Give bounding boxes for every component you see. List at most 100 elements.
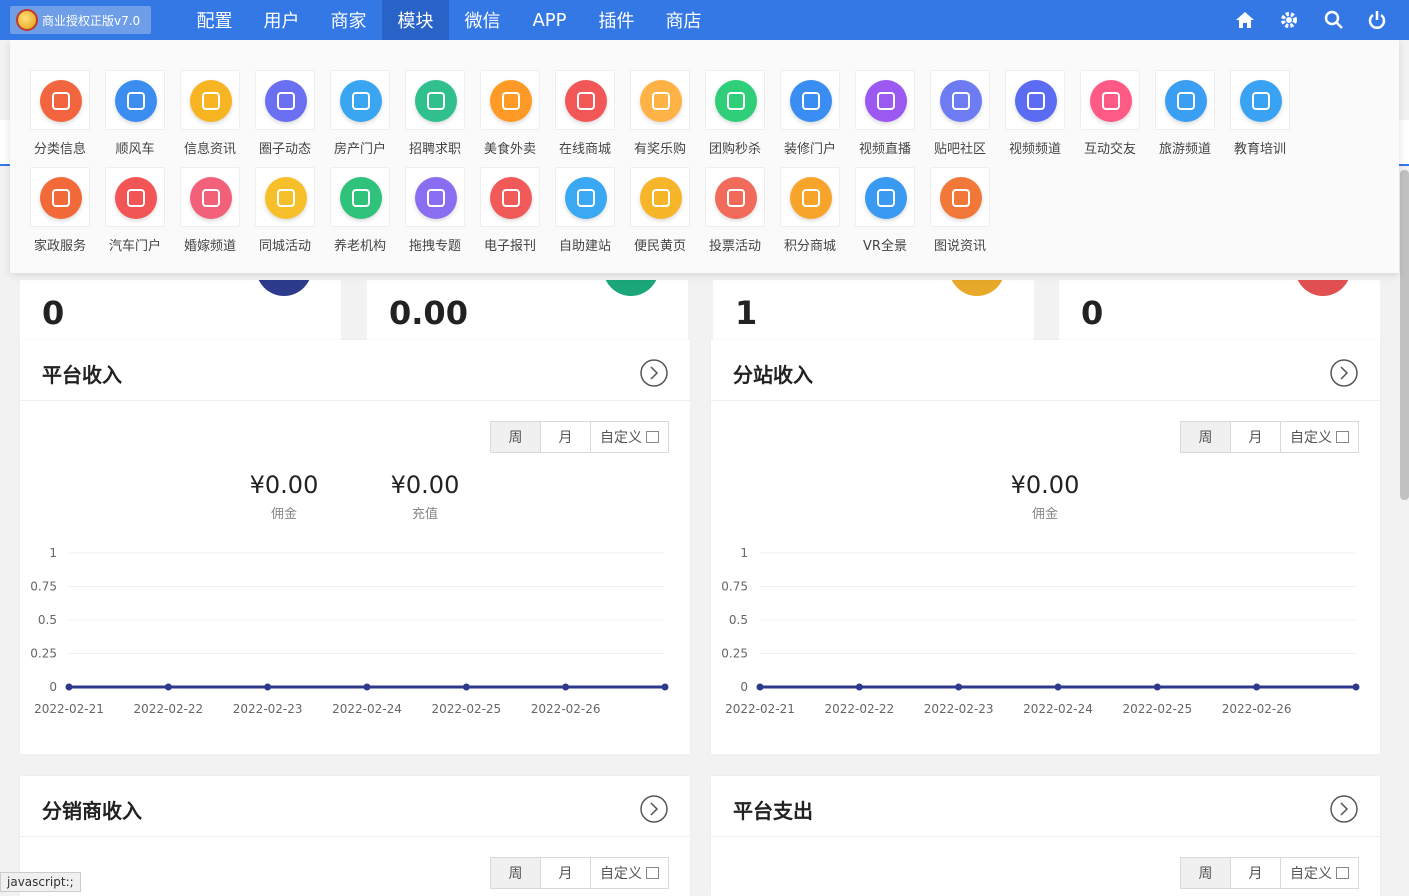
arrow-right-circle-icon[interactable]	[1330, 359, 1358, 387]
nav-app[interactable]: APP	[516, 0, 583, 40]
x-tick-label: 2022-02-25	[1122, 702, 1192, 716]
amount-label: 佣金	[224, 503, 344, 522]
data-point[interactable]	[165, 684, 172, 691]
week-tab[interactable]: 周	[1181, 858, 1231, 888]
y-tick-label: 0.25	[721, 647, 748, 661]
module-item[interactable]: 教育培训	[1224, 70, 1296, 160]
module-item[interactable]: 顺风车	[99, 70, 171, 160]
nav-modules[interactable]: 模块	[382, 0, 449, 40]
module-item[interactable]: 自助建站	[549, 167, 621, 257]
icon-glyph	[277, 92, 295, 110]
nav-users[interactable]: 用户	[248, 0, 315, 40]
module-item[interactable]: 积分商城	[774, 167, 846, 257]
module-item[interactable]: 家政服务	[24, 167, 96, 257]
nav-config[interactable]: 配置	[181, 0, 248, 40]
car-icon	[115, 177, 157, 219]
module-icon-box	[180, 70, 240, 130]
custom-range-tab[interactable]: 自定义	[1281, 858, 1358, 888]
module-item[interactable]: 互动交友	[1074, 70, 1146, 160]
stat-circle-icon	[1295, 280, 1351, 296]
data-point[interactable]	[1253, 684, 1260, 691]
module-item[interactable]: 图说资讯	[924, 167, 996, 257]
module-item[interactable]: 电子报刊	[474, 167, 546, 257]
news-icon	[490, 177, 532, 219]
custom-range-tab[interactable]: 自定义	[591, 422, 668, 452]
page-scrollbar[interactable]	[1400, 170, 1409, 500]
arrow-right-circle-icon[interactable]	[640, 359, 668, 387]
module-item[interactable]: 婚嫁频道	[174, 167, 246, 257]
nav-merchants[interactable]: 商家	[315, 0, 382, 40]
data-point[interactable]	[955, 684, 962, 691]
module-item[interactable]: 投票活动	[699, 167, 771, 257]
week-tab[interactable]: 周	[1181, 422, 1231, 452]
search-icon[interactable]	[1324, 10, 1344, 30]
module-item[interactable]: 便民黄页	[624, 167, 696, 257]
data-point[interactable]	[264, 684, 271, 691]
browser-status-bar: javascript:;	[0, 872, 81, 892]
car-icon	[115, 80, 157, 122]
module-label: 家政服务	[20, 235, 100, 254]
home-icon	[340, 177, 382, 219]
power-icon[interactable]	[1367, 10, 1387, 30]
icon-glyph	[427, 92, 445, 110]
nav-plugins[interactable]: 插件	[583, 0, 650, 40]
week-tab[interactable]: 周	[491, 422, 541, 452]
data-point[interactable]	[662, 684, 669, 691]
module-label: 养老机构	[320, 235, 400, 254]
module-item[interactable]: 旅游频道	[1149, 70, 1221, 160]
module-item[interactable]: 同城活动	[249, 167, 321, 257]
module-item[interactable]: 视频直播	[849, 70, 921, 160]
week-tab[interactable]: 周	[491, 858, 541, 888]
panel-header: 平台收入	[20, 340, 690, 401]
module-item[interactable]: 装修门户	[774, 70, 846, 160]
module-item[interactable]: 房产门户	[324, 70, 396, 160]
module-item[interactable]: 团购秒杀	[699, 70, 771, 160]
data-point[interactable]	[562, 684, 569, 691]
data-point[interactable]	[463, 684, 470, 691]
module-item[interactable]: 贴吧社区	[924, 70, 996, 160]
custom-range-tab[interactable]: 自定义	[591, 858, 668, 888]
module-item[interactable]: 在线商城	[549, 70, 621, 160]
data-point[interactable]	[757, 684, 764, 691]
data-point[interactable]	[856, 684, 863, 691]
arrow-right-circle-icon[interactable]	[1330, 795, 1358, 823]
module-item[interactable]: 美食外卖	[474, 70, 546, 160]
module-item[interactable]: 圈子动态	[249, 70, 321, 160]
gear-icon[interactable]	[1279, 10, 1299, 30]
module-item[interactable]: 视频频道	[999, 70, 1071, 160]
module-item[interactable]: 汽车门户	[99, 167, 171, 257]
month-tab[interactable]: 月	[541, 422, 591, 452]
module-item[interactable]: 招聘求职	[399, 70, 471, 160]
module-item[interactable]: 有奖乐购	[624, 70, 696, 160]
data-point[interactable]	[66, 684, 73, 691]
month-tab[interactable]: 月	[1231, 422, 1281, 452]
month-tab[interactable]: 月	[1231, 858, 1281, 888]
month-tab[interactable]: 月	[541, 858, 591, 888]
icon-glyph	[1177, 92, 1195, 110]
arrow-right-circle-icon[interactable]	[640, 795, 668, 823]
module-item[interactable]: 养老机构	[324, 167, 396, 257]
module-item[interactable]: VR全景	[849, 167, 921, 257]
module-item[interactable]: 信息资讯	[174, 70, 246, 160]
module-item[interactable]: 拖拽专题	[399, 167, 471, 257]
stat-value: 1	[735, 294, 757, 332]
icon-glyph	[127, 92, 145, 110]
icon-glyph	[952, 189, 970, 207]
data-point[interactable]	[1154, 684, 1161, 691]
icon-glyph	[1027, 92, 1045, 110]
module-item[interactable]: 分类信息	[24, 70, 96, 160]
module-label: 美食外卖	[470, 138, 550, 157]
nav-store[interactable]: 商店	[650, 0, 717, 40]
data-point[interactable]	[1055, 684, 1062, 691]
home-icon[interactable]	[1235, 10, 1255, 30]
module-label: 投票活动	[695, 235, 775, 254]
module-icon-box	[105, 167, 165, 227]
brand-logo[interactable]: 商业授权正版v7.0	[10, 6, 151, 34]
data-point[interactable]	[1353, 684, 1360, 691]
custom-range-tab[interactable]: 自定义	[1281, 422, 1358, 452]
medal-icon	[790, 177, 832, 219]
distributor-income-panel: 分销商收入 周 月 自定义	[20, 776, 690, 896]
nav-wechat[interactable]: 微信	[449, 0, 516, 40]
data-point[interactable]	[364, 684, 371, 691]
module-icon-box	[480, 167, 540, 227]
